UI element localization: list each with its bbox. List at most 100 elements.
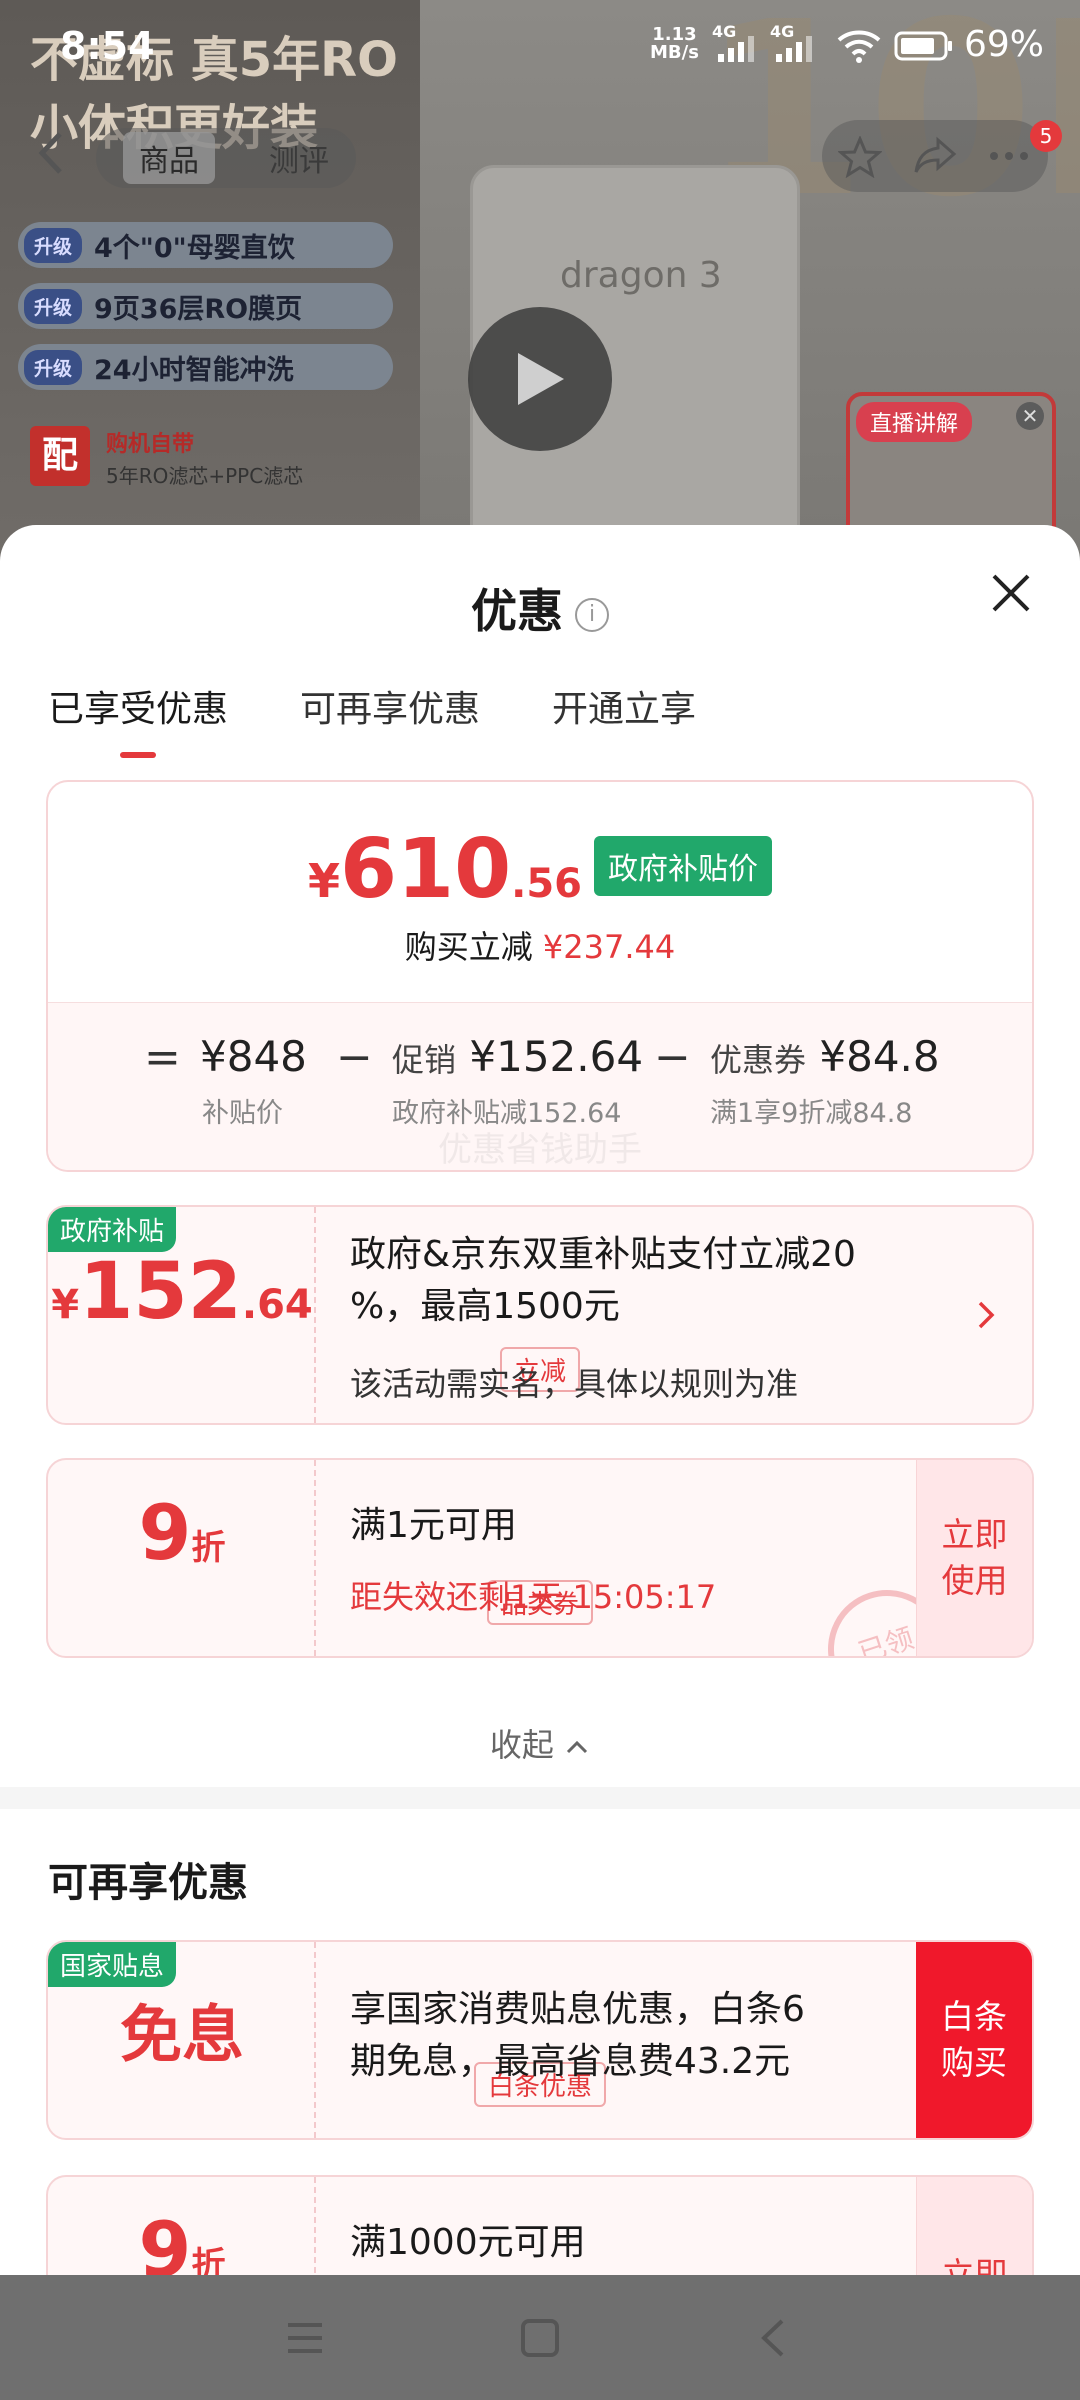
base-price-item: ¥848 补贴价 bbox=[200, 1032, 307, 1130]
use-now-label-2: 使用 bbox=[941, 1561, 1008, 1600]
section-divider bbox=[0, 1787, 1080, 1809]
coupon-value: ¥152.64 bbox=[48, 1247, 316, 1337]
more-discounts-title: 可再享优惠 bbox=[48, 1860, 248, 1906]
gift-mark: 配 bbox=[30, 426, 90, 486]
coupon-condition: 满1000元可用 bbox=[350, 2222, 586, 2263]
coupon-description: 享国家消费贴息优惠，白条6 期免息，最高省息费43.2元 bbox=[350, 1984, 805, 2088]
feature-tag: 升级 bbox=[24, 288, 83, 324]
coupon-value: ¥84.8 bbox=[819, 1032, 940, 1081]
notification-badge: 5 bbox=[1030, 120, 1062, 152]
coupon-discount-value: 9 bbox=[138, 1488, 192, 1577]
coupon-value: 9折 bbox=[48, 2205, 316, 2275]
more-icon[interactable] bbox=[986, 136, 1032, 176]
home-icon[interactable] bbox=[515, 2313, 565, 2363]
feature-row: 升级 4个"0"母婴直饮 bbox=[18, 222, 393, 268]
tab-enjoyed-discounts[interactable]: 已享受优惠 bbox=[48, 680, 228, 732]
back-arrow-icon bbox=[38, 132, 62, 174]
net-speed-unit: MB/s bbox=[650, 42, 699, 63]
coupon-value: 9折 bbox=[48, 1488, 316, 1577]
share-icon[interactable] bbox=[912, 136, 958, 176]
tab-review[interactable]: 测评 bbox=[269, 136, 329, 180]
price-currency: ¥ bbox=[307, 854, 340, 908]
status-time: 8:54 bbox=[60, 24, 155, 68]
gift-banner: 配 购机自带 5年RO滤芯+PPC滤芯 bbox=[30, 426, 390, 496]
baitiao-buy-label-1: 白条 bbox=[941, 1996, 1007, 2036]
total-reduction: 购买立减 ¥237.44 bbox=[48, 922, 1032, 968]
coupon-condition: 满1元可用 bbox=[350, 1505, 517, 1546]
live-tag: 直播讲解 bbox=[856, 402, 973, 442]
coupon-desc-line-2: 期免息，最高省息费43.2元 bbox=[350, 2041, 791, 2083]
promo-item: 促销 ¥152.64 政府补贴减152.64 bbox=[392, 1032, 643, 1130]
threshold-coupon: 9折 满1000元可用 立即 bbox=[46, 2175, 1034, 2275]
favorite-star-icon[interactable] bbox=[838, 136, 882, 178]
system-navigation-bar bbox=[0, 2275, 1080, 2400]
signal-icon-2 bbox=[776, 36, 812, 62]
baitiao-buy-button[interactable]: 白条 购买 bbox=[916, 1942, 1032, 2138]
feature-text: 24小时智能冲洗 bbox=[94, 354, 294, 386]
coupon-value-int: 152 bbox=[79, 1247, 242, 1337]
battery-percent: 69% bbox=[964, 24, 1045, 65]
promo-prefix: 促销 bbox=[392, 1041, 457, 1079]
collapse-button[interactable]: 收起 bbox=[0, 1720, 1080, 1766]
battery-icon bbox=[894, 31, 952, 61]
use-now-label-1: 立即 bbox=[941, 1514, 1008, 1554]
coupon-type-tag: 政府补贴 bbox=[48, 1207, 177, 1252]
use-now-button[interactable]: 立即 bbox=[916, 2177, 1032, 2275]
reduction-label: 购买立减 bbox=[404, 928, 533, 966]
minus-sign: − bbox=[336, 1032, 373, 1083]
interest-free-coupon: 国家贴息 免息 白条优惠 享国家消费贴息优惠，白条6 期免息，最高省息费43.2… bbox=[46, 1940, 1034, 2140]
promo-value: ¥152.64 bbox=[469, 1032, 644, 1081]
baitiao-buy-label-2: 购买 bbox=[941, 2043, 1007, 2082]
gov-subsidy-badge: 政府补贴价 bbox=[594, 836, 773, 896]
tab-more-discounts[interactable]: 可再享优惠 bbox=[300, 680, 480, 732]
back-icon[interactable] bbox=[750, 2313, 800, 2363]
base-price-value: ¥848 bbox=[200, 1032, 307, 1081]
price-integer: 610 bbox=[339, 822, 512, 917]
wifi-icon bbox=[837, 30, 881, 63]
collapse-label: 收起 bbox=[489, 1726, 554, 1764]
equals-sign: = bbox=[144, 1032, 181, 1083]
coupon-discount-unit: 折 bbox=[191, 2245, 226, 2275]
back-button[interactable] bbox=[32, 128, 92, 188]
reduction-amount: ¥237.44 bbox=[542, 928, 676, 966]
coupon-description: 政府&京东双重补贴支付立减20 %，最高1500元 bbox=[350, 1229, 856, 1333]
gov-subsidy-coupon[interactable]: 政府补贴 ¥152.64 立减 政府&京东双重补贴支付立减20 %，最高1500… bbox=[46, 1205, 1034, 1425]
final-price: ¥610.56 政府补贴价 bbox=[48, 822, 1032, 917]
coupon-desc-line-2: %，最高1500元 bbox=[350, 1286, 620, 1328]
chevron-up-icon bbox=[567, 1740, 588, 1754]
use-now-label-1: 立即 bbox=[941, 2254, 1008, 2275]
status-bar: 8:54 1.13 MB/s 4G 4G 69% bbox=[0, 0, 1080, 90]
close-icon[interactable] bbox=[988, 570, 1034, 616]
watermark-text: 优惠省钱助手 bbox=[438, 1130, 642, 1170]
menu-icon[interactable] bbox=[280, 2313, 330, 2363]
gift-line-2: 5年RO滤芯+PPC滤芯 bbox=[106, 464, 304, 488]
coupon-desc-line-1: 政府&京东双重补贴支付立减20 bbox=[350, 1234, 856, 1275]
header-actions bbox=[822, 120, 1048, 192]
coupon-item: 优惠券 ¥84.8 满1享9折减84.8 bbox=[710, 1032, 940, 1130]
price-decimal: .56 bbox=[511, 861, 583, 907]
discount-tabs: 已享受优惠 可再享优惠 开通立享 bbox=[48, 680, 768, 732]
chevron-right-icon[interactable] bbox=[974, 1299, 998, 1331]
coupon-value-dec: .64 bbox=[241, 1282, 313, 1328]
video-play-button[interactable] bbox=[468, 307, 612, 451]
feature-text: 4个"0"母婴直饮 bbox=[94, 232, 295, 264]
info-icon[interactable]: i bbox=[575, 597, 609, 632]
coupon-type-tag: 国家贴息 bbox=[48, 1942, 177, 1987]
gift-line-1: 购机自带 bbox=[106, 432, 195, 457]
play-icon bbox=[518, 353, 564, 405]
coupon-discount-value: 9 bbox=[138, 2205, 192, 2275]
coupon-prefix: 优惠券 bbox=[710, 1041, 807, 1079]
tab-product[interactable]: 商品 bbox=[123, 132, 215, 184]
use-now-button[interactable]: 立即 使用 bbox=[916, 1460, 1032, 1656]
minus-sign: − bbox=[654, 1032, 691, 1083]
coupon-currency: ¥ bbox=[51, 1282, 80, 1328]
sheet-title: 优惠 bbox=[471, 584, 563, 638]
coupon-desc-line-1: 享国家消费贴息优惠，白条6 bbox=[350, 1989, 805, 2030]
feature-tag: 升级 bbox=[24, 349, 83, 385]
coupon-note: 该活动需实名，具体以规则为准 bbox=[350, 1365, 799, 1403]
tab-activate-discounts[interactable]: 开通立享 bbox=[552, 680, 696, 732]
live-close-icon[interactable]: ✕ bbox=[1016, 402, 1044, 430]
feature-row: 升级 9页36层RO膜页 bbox=[18, 283, 393, 329]
feature-tag: 升级 bbox=[24, 227, 83, 263]
category-coupon: 9折 品类券 满1元可用 距失效还剩1天 15:05:17 已领 立即 使用 bbox=[46, 1458, 1034, 1658]
